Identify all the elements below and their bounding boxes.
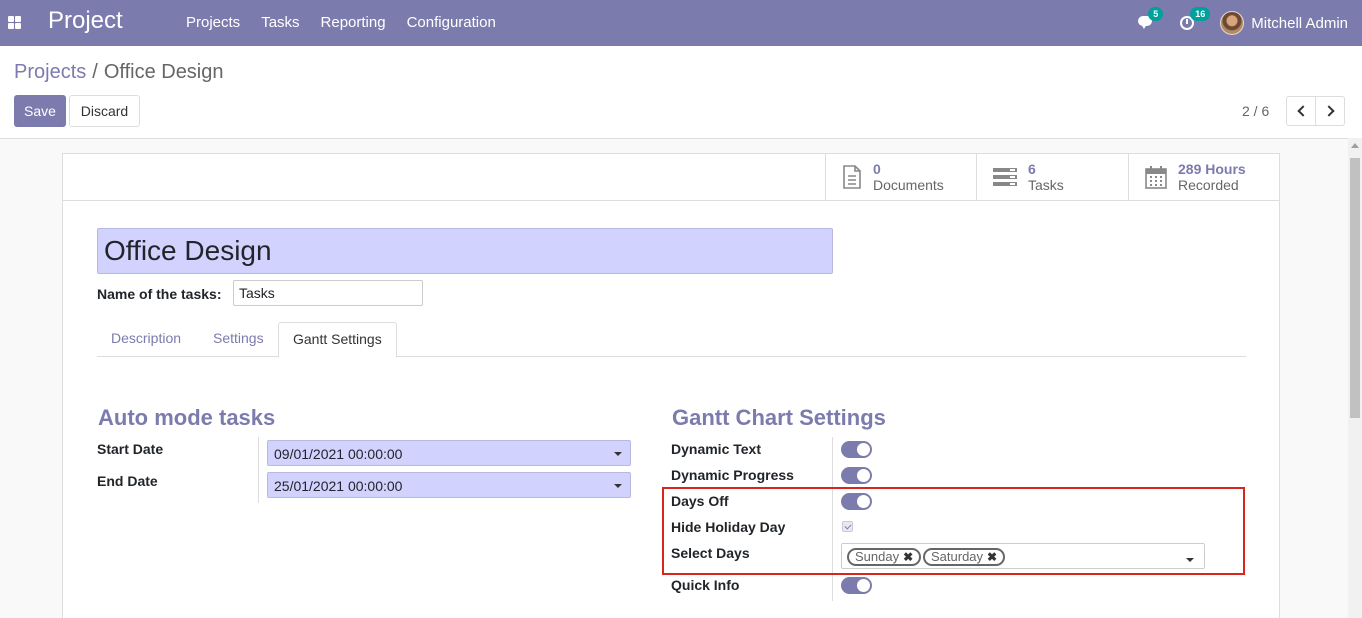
scroll-up-icon[interactable] [1351, 143, 1359, 148]
document-icon [843, 165, 861, 189]
documents-button[interactable]: 0 Documents [825, 154, 977, 200]
documents-count: 0 [873, 161, 881, 177]
avatar [1220, 11, 1245, 35]
activities-badge: 16 [1190, 7, 1211, 21]
menu-configuration[interactable]: Configuration [407, 14, 496, 31]
user-name: Mitchell Admin [1251, 14, 1348, 32]
hours-value: 289 Hours [1178, 161, 1246, 177]
tab-settings[interactable]: Settings [199, 322, 278, 357]
breadcrumb-current: Office Design [103, 61, 224, 83]
tasks-button[interactable]: 6 Tasks [976, 154, 1128, 200]
gantt-settings-title: Gantt Chart Settings [672, 405, 886, 430]
caret-down-icon [614, 484, 622, 488]
tasks-name-label: Name of the tasks: [97, 286, 222, 302]
breadcrumb: Projects / Office Design [14, 61, 224, 84]
pager-previous-button[interactable] [1286, 96, 1316, 126]
dynamic-progress-toggle[interactable] [841, 467, 872, 484]
messages-badge: 5 [1148, 7, 1164, 21]
end-date-label: End Date [97, 473, 158, 489]
menu-reporting[interactable]: Reporting [321, 14, 386, 31]
hours-recorded-button[interactable]: 289 Hours Recorded [1128, 154, 1280, 200]
auto-mode-title: Auto mode tasks [98, 405, 276, 430]
breadcrumb-projects[interactable]: Projects [14, 61, 86, 83]
dynamic-text-toggle[interactable] [841, 441, 872, 458]
start-date-label: Start Date [97, 441, 164, 457]
tab-gantt-settings[interactable]: Gantt Settings [278, 322, 397, 358]
start-date-value: 09/01/2021 00:00:00 [274, 446, 403, 462]
breadcrumb-separator: / [92, 61, 98, 83]
smart-button-box: 0 Documents 6 Tasks 289 Hours Recorded [63, 154, 1279, 201]
tasks-icon [993, 168, 1017, 186]
apps-menu-icon[interactable] [8, 16, 21, 29]
chevron-left-icon [1296, 105, 1309, 117]
end-date-field[interactable]: 25/01/2021 00:00:00 [267, 472, 631, 498]
top-navbar: Project Projects Tasks Reporting Configu… [0, 0, 1362, 46]
project-name-field[interactable]: Office Design [97, 228, 833, 274]
end-date-value: 25/01/2021 00:00:00 [274, 478, 403, 494]
tasks-count: 6 [1028, 161, 1036, 177]
discard-button[interactable]: Discard [69, 95, 140, 127]
activities-button[interactable]: 16 [1180, 7, 1211, 30]
caret-down-icon [614, 452, 622, 456]
auto-mode-divider [258, 437, 259, 503]
hours-label: Recorded [1178, 177, 1239, 193]
dynamic-text-label: Dynamic Text [671, 441, 761, 457]
quick-info-toggle[interactable] [841, 577, 872, 594]
start-date-field[interactable]: 09/01/2021 00:00:00 [267, 440, 631, 466]
documents-label: Documents [873, 177, 944, 193]
user-menu[interactable]: Mitchell Admin [1220, 11, 1348, 35]
scrollbar[interactable] [1348, 138, 1362, 618]
tasks-stat-label: Tasks [1028, 177, 1064, 193]
tasks-name-field[interactable]: Tasks [233, 280, 423, 306]
calendar-icon [1145, 166, 1167, 189]
annotation-highlight-box [662, 487, 1245, 575]
app-brand[interactable]: Project [48, 7, 123, 35]
pager-next-button[interactable] [1315, 96, 1345, 126]
main-menu: Projects Tasks Reporting Configuration [186, 14, 496, 31]
quick-info-label: Quick Info [671, 577, 740, 593]
messages-button[interactable]: 5 [1138, 7, 1164, 30]
dynamic-progress-label: Dynamic Progress [671, 467, 794, 483]
scroll-thumb[interactable] [1350, 158, 1360, 418]
tab-description[interactable]: Description [97, 322, 195, 357]
chevron-right-icon [1322, 105, 1335, 117]
save-button[interactable]: Save [14, 95, 66, 127]
menu-projects[interactable]: Projects [186, 14, 240, 31]
pager-value[interactable]: 2 / 6 [1242, 103, 1269, 119]
form-tabs: Description Settings Gantt Settings [97, 322, 1246, 358]
menu-tasks[interactable]: Tasks [261, 14, 299, 31]
systray: 5 16 Mitchell Admin [1138, 0, 1348, 46]
